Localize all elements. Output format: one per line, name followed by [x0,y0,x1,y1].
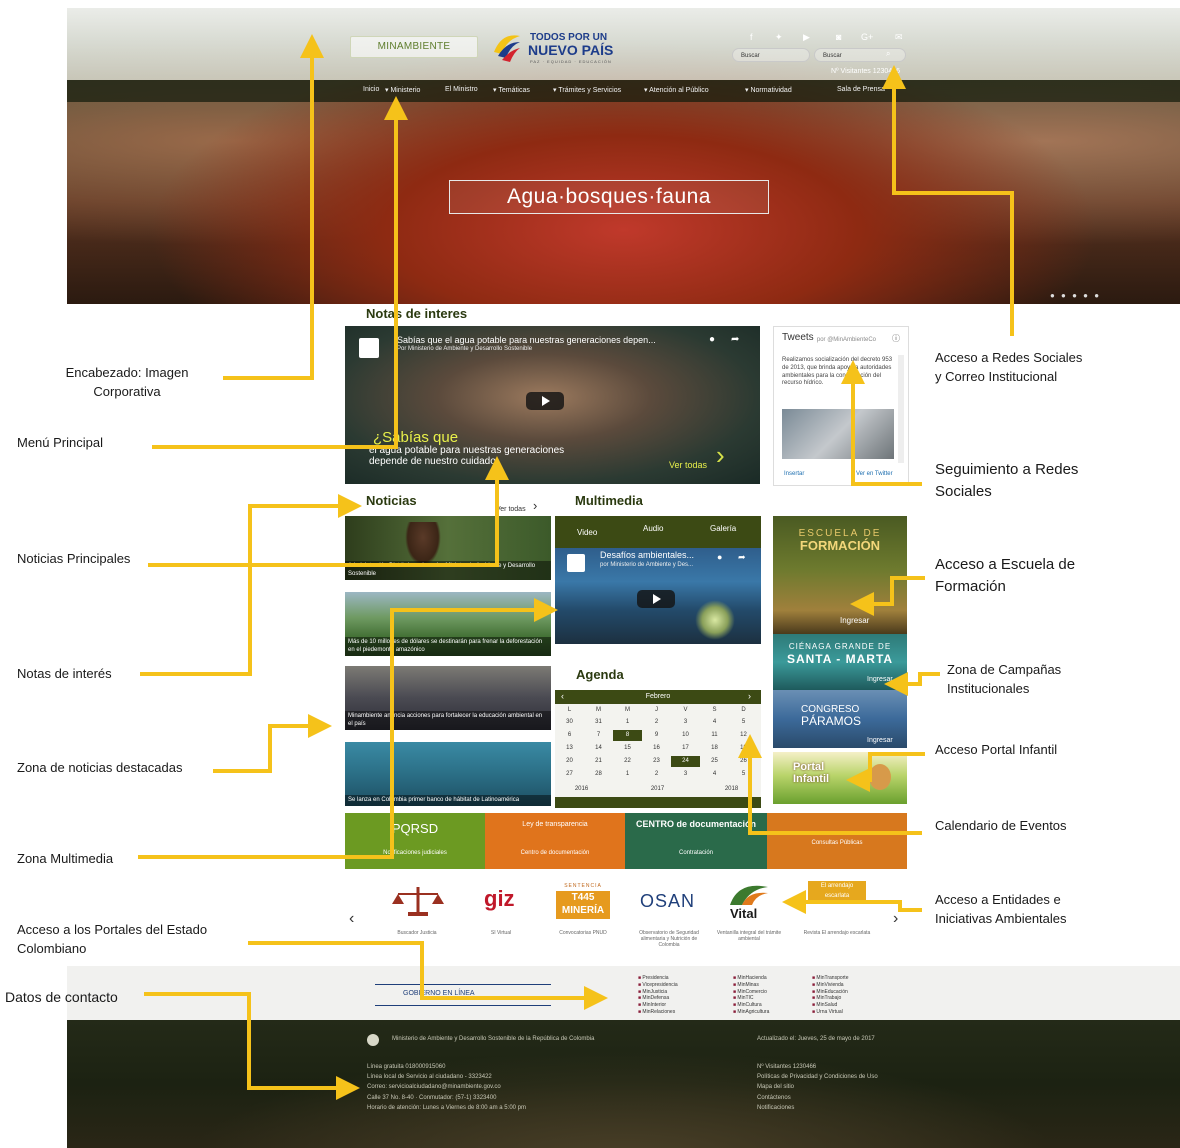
label-zona-noticias: Zona de noticias destacadas [17,760,183,775]
label-portales-estado: Acceso a los Portales del Estado Colombi… [17,922,208,956]
label-notas-interes: Notas de interés [17,666,112,681]
label-encabezado: Encabezado: Imagen Corporativa [65,365,189,399]
connector-seguimiento [841,360,922,486]
label-noticias-principales: Noticias Principales [17,551,131,566]
label-redes-correo: Acceso a Redes Sociales y Correo Institu… [935,350,1083,384]
label-seguimiento-redes: Seguimiento a Redes Sociales [935,461,1079,500]
connector-portal-infantil [846,752,925,792]
connector-redes [882,65,1014,336]
label-menu-principal: Menú Principal [17,435,103,450]
label-escuela-formacion: Acceso a Escuela de Formación [935,556,1076,595]
connector-multimedia [138,598,558,859]
label-zona-multimedia: Zona Multimedia [17,851,114,866]
connector-encabezado [223,34,324,380]
label-datos-contacto: Datos de contacto [5,989,118,1005]
label-calendario: Calendario de Eventos [935,818,1067,833]
connector-contacto [144,992,360,1100]
connector-entidades [782,890,922,914]
label-portal-infantil: Acceso Portal Infantil [935,742,1058,757]
label-entidades: Acceso a Entidades e Iniciativas Ambient… [935,892,1067,926]
connector-calendario [738,734,922,835]
connector-campanas [884,672,940,696]
connector-noticias [148,456,509,567]
connector-notas [140,494,362,676]
label-campanas: Zona de Campañas Institucionales [947,662,1062,696]
connector-portales [248,941,608,1010]
connector-escuela [850,576,925,616]
connector-zona-noticias [213,714,332,773]
